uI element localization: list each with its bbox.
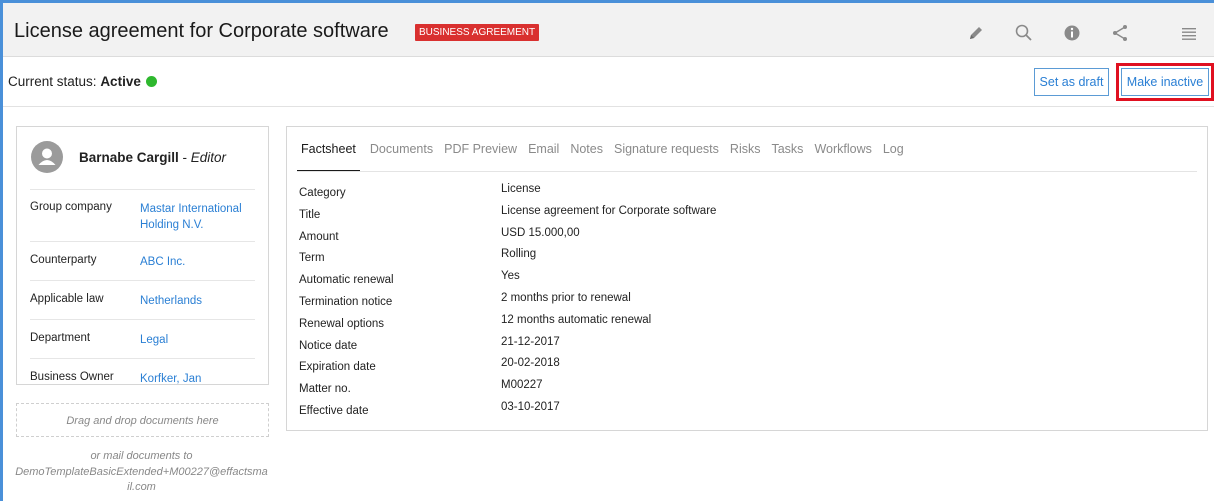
info-row-applicable-law: Applicable law Netherlands [30, 280, 255, 319]
fact-value: 03-10-2017 [501, 400, 560, 413]
tab-bar: Factsheet Documents PDF Preview Email No… [297, 142, 915, 172]
fact-value: 2 months prior to renewal [501, 291, 631, 304]
tab-notes[interactable]: Notes [570, 142, 603, 172]
tab-tasks[interactable]: Tasks [771, 142, 803, 172]
applicable-law-link[interactable]: Netherlands [140, 293, 255, 309]
share-icon[interactable] [1109, 22, 1131, 44]
status-dot-icon [145, 76, 157, 87]
department-link[interactable]: Legal [140, 332, 255, 348]
tab-risks[interactable]: Risks [730, 142, 761, 172]
counterparty-link[interactable]: ABC Inc. [140, 254, 255, 270]
info-label: Department [30, 332, 91, 344]
header-bar: License agreement for Corporate software… [3, 3, 1214, 57]
fact-row: Effective date 03-10-2017 [299, 401, 999, 423]
mail-address-end: il.com [127, 481, 156, 493]
fact-key: Termination notice [299, 295, 393, 308]
tab-factsheet[interactable]: Factsheet [297, 142, 360, 172]
fact-value: USD 15.000,00 [501, 226, 580, 239]
set-as-draft-button[interactable]: Set as draft [1034, 68, 1109, 96]
fact-key: Amount [299, 230, 339, 243]
fact-key: Title [299, 208, 321, 221]
info-label: Applicable law [30, 293, 104, 305]
fact-key: Notice date [299, 339, 358, 352]
avatar [31, 141, 63, 173]
current-status: Current status: Active [8, 74, 157, 89]
info-row-business-owner: Business Owner Korfker, Jan [30, 358, 255, 397]
info-label: Counterparty [30, 254, 97, 266]
details-panel: Factsheet Documents PDF Preview Email No… [286, 126, 1208, 431]
tab-pdf-preview[interactable]: PDF Preview [444, 142, 517, 172]
status-row: Current status: Active Set as draft Make… [3, 57, 1214, 107]
menu-icon[interactable] [1179, 22, 1201, 44]
fact-key: Effective date [299, 404, 369, 417]
mail-hint-line: or mail documents to [90, 450, 193, 462]
page-title: License agreement for Corporate software [14, 20, 389, 42]
status-value: Active [100, 74, 141, 89]
person-role: Editor [190, 150, 227, 165]
tab-signature-requests[interactable]: Signature requests [614, 142, 719, 172]
fact-value: 21-12-2017 [501, 335, 560, 348]
fact-row: Matter no. M00227 [299, 379, 999, 401]
mail-address: DemoTemplateBasicExtended+M00227@effacts… [15, 465, 268, 478]
contract-summary-card: Barnabe Cargill - Editor Group company M… [16, 126, 269, 385]
fact-value: 12 months automatic renewal [501, 313, 652, 326]
info-row-counterparty: Counterparty ABC Inc. [30, 241, 255, 280]
fact-value: License agreement for Corporate software [501, 204, 717, 217]
fact-value: Yes [501, 270, 520, 283]
person-name: Barnabe Cargill [79, 150, 179, 165]
fact-key: Matter no. [299, 383, 351, 396]
status-label: Current status: [8, 74, 97, 89]
agreement-type-badge: BUSINESS AGREEMENT [415, 24, 540, 41]
tab-workflows[interactable]: Workflows [814, 142, 871, 172]
info-icon[interactable] [1061, 22, 1083, 44]
document-drop-zone[interactable]: Drag and drop documents here [16, 403, 269, 437]
fact-key: Term [299, 252, 325, 265]
tab-email[interactable]: Email [528, 142, 559, 172]
fact-row: Termination notice 2 months prior to rene… [299, 292, 999, 314]
tab-documents[interactable]: Documents [370, 142, 433, 172]
pencil-icon[interactable] [965, 22, 987, 44]
fact-key: Renewal options [299, 317, 385, 330]
info-row-group-company: Group company Mastar International Holdi… [30, 189, 255, 241]
fact-value: Rolling [501, 248, 537, 261]
fact-row: Title License agreement for Corporate sof… [299, 205, 999, 227]
fact-key: Expiration date [299, 361, 376, 374]
info-label: Group company [30, 201, 112, 213]
fact-key: Category [299, 187, 346, 199]
fact-value: M00227 [501, 379, 543, 392]
info-row-department: Department Legal [30, 319, 255, 358]
make-inactive-button[interactable]: Make inactive [1116, 63, 1214, 101]
fact-row: Expiration date 20-02-2018 [299, 357, 999, 379]
fact-value: 20-02-2018 [501, 357, 560, 370]
fact-row: Category License [299, 183, 999, 205]
info-list: Group company Mastar International Holdi… [30, 189, 255, 397]
person-line: Barnabe Cargill - Editor [79, 150, 226, 165]
group-company-link[interactable]: Mastar International Holding N.V. [140, 201, 255, 233]
fact-row: Amount USD 15.000,00 [299, 227, 999, 249]
tab-divider [297, 171, 1197, 172]
fact-row: Automatic renewal Yes [299, 270, 999, 292]
fact-row: Notice date 21-12-2017 [299, 336, 999, 358]
person-separator: - [178, 150, 191, 165]
tab-log[interactable]: Log [883, 142, 904, 172]
business-owner-link[interactable]: Korfker, Jan [140, 371, 255, 387]
fact-row: Term Rolling [299, 248, 999, 270]
search-icon[interactable] [1013, 22, 1035, 44]
fact-value: License [501, 183, 541, 195]
fact-key: Automatic renewal [299, 274, 394, 287]
fact-row: Renewal options 12 months automatic renew… [299, 314, 999, 336]
factsheet: Category License Title License agreement f… [299, 183, 999, 423]
mail-documents-hint: or mail documents to DemoTemplateBasicEx… [4, 449, 279, 496]
info-label: Business Owner [30, 371, 114, 383]
